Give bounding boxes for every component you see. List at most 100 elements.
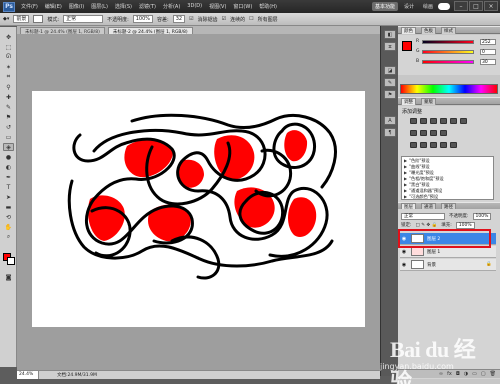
healing-brush-tool-icon[interactable]: ✚ [3,93,14,101]
preset-levels[interactable]: ▶ "色阶"预设 [404,158,430,164]
crop-tool-icon[interactable]: ⌗ [3,73,14,81]
zoom-tool-icon[interactable]: ⌕ [3,233,14,241]
vibrance-icon[interactable] [450,118,457,124]
preset-exposure[interactable]: ▶ "曝光度"预设 [404,170,434,176]
fill-source-select[interactable]: 前景 [13,15,30,23]
menu-edit[interactable]: 编辑(E) [45,3,62,10]
menu-layer[interactable]: 图层(L) [91,3,108,10]
red-value[interactable]: 252 [480,39,496,45]
lock-icons[interactable]: □ ✎ ✥ 🔒 [416,223,438,228]
magic-wand-tool-icon[interactable]: ✶ [3,63,14,71]
black-white-icon[interactable] [420,130,427,136]
paragraph-icon[interactable]: ¶ [384,128,396,137]
eraser-tool-icon[interactable]: ▭ [3,133,14,141]
contiguous-checkbox[interactable]: ☑ [222,16,226,22]
hand-tool-icon[interactable]: ✋ [3,223,14,231]
gradient-map-icon[interactable] [440,142,447,148]
menu-analysis[interactable]: 分析(A) [163,3,180,10]
clone-stamp-tool-icon[interactable]: ⚑ [3,113,14,121]
antialias-checkbox[interactable]: ☑ [189,16,193,22]
green-slider[interactable] [422,50,474,54]
green-value[interactable]: 0 [480,49,496,55]
maximize-button[interactable]: □ [469,1,483,11]
quick-mask-icon[interactable]: ◙ [3,273,14,281]
preset-hue-saturation[interactable]: ▶ "色相/饱和度"预设 [404,176,444,182]
menu-file[interactable]: 文件(F) [21,3,38,10]
mini-bridge-icon[interactable]: ◧ [384,30,396,39]
lasso-tool-icon[interactable]: ᘏ [3,53,14,61]
menu-window[interactable]: 窗口(W) [233,3,252,10]
dodge-tool-icon[interactable]: ◐ [3,163,14,171]
menu-help[interactable]: 帮助(H) [259,3,277,10]
blur-tool-icon[interactable]: ● [3,153,14,161]
panel-foreground-swatch[interactable] [402,41,412,51]
red-slider[interactable] [422,40,474,44]
photo-filter-icon[interactable] [430,130,437,136]
mode-select[interactable]: 正常 [63,15,104,23]
tab-masks[interactable]: 蒙版 [421,97,436,105]
selective-color-icon[interactable] [450,142,457,148]
3d-rotate-tool-icon[interactable]: ⟲ [3,213,14,221]
search-field[interactable] [438,3,450,10]
workspace-design[interactable]: 设计 [401,2,417,11]
eye-icon[interactable]: ◉ [400,249,408,255]
close-button[interactable]: × [484,1,498,11]
minimize-button[interactable]: – [454,1,468,11]
blue-slider[interactable] [422,60,474,64]
history-brush-tool-icon[interactable]: ↺ [3,123,14,131]
channel-mixer-icon[interactable] [440,130,447,136]
tab-color[interactable]: 颜色 [401,26,416,34]
eyedropper-tool-icon[interactable]: ⚲ [3,83,14,91]
menu-select[interactable]: 选择(S) [115,3,132,10]
blue-value[interactable]: 30 [480,59,496,65]
blend-mode-select[interactable]: 正常 [401,212,445,220]
layer-row-background[interactable]: ◉ 背景 🔒 [400,259,496,271]
curves-icon[interactable] [430,118,437,124]
background-color-swatch[interactable] [7,257,15,265]
invert-icon[interactable] [410,142,417,148]
opacity-input[interactable]: 100% [132,15,154,23]
color-balance-icon[interactable] [410,130,417,136]
move-tool-icon[interactable]: ✥ [3,33,14,41]
document-size-info[interactable]: 文档:24.9M/31.9M [39,372,97,378]
tolerance-input[interactable]: 32 [172,15,186,23]
workspace-painting[interactable]: 绘画 [420,2,436,11]
preset-curves[interactable]: ▶ "曲线"预设 [404,164,430,170]
eye-icon[interactable]: ◉ [400,262,408,268]
zoom-readout[interactable]: 24.4% [17,371,39,379]
menu-view[interactable]: 视图(V) [209,3,226,10]
character-icon[interactable]: A [384,116,396,125]
paint-bucket-icon[interactable]: ◆▾ [3,16,9,22]
menu-filter[interactable]: 滤镜(T) [139,3,156,10]
workspace-essentials[interactable]: 基本功能 [371,2,398,11]
menu-image[interactable]: 图像(I) [69,3,84,10]
layer-opacity-input[interactable]: 100% [472,212,492,220]
image-canvas[interactable] [32,91,365,327]
pattern-swatch[interactable] [33,15,44,23]
history-icon[interactable]: ⧖ [384,42,396,51]
all-layers-checkbox[interactable]: ☐ [249,16,253,22]
tab-styles[interactable]: 样式 [441,26,456,34]
threshold-icon[interactable] [430,142,437,148]
preset-black-white[interactable]: ▶ "黑白"预设 [404,182,430,188]
clone-source-icon[interactable]: ⚑ [384,90,396,99]
exposure-icon[interactable] [440,118,447,124]
preset-selective-color[interactable]: ▶ "可选颜色"预设 [404,194,438,200]
tab-adjustments[interactable]: 调整 [401,97,416,105]
marquee-tool-icon[interactable]: ⬚ [3,43,14,51]
type-tool-icon[interactable]: T [3,183,14,191]
brush-panel-icon[interactable]: ✎ [384,78,396,87]
levels-icon[interactable] [420,118,427,124]
hue-saturation-icon[interactable] [460,118,467,124]
menu-3d[interactable]: 3D(D) [187,3,202,10]
shape-tool-icon[interactable]: ▬ [3,203,14,211]
brightness-contrast-icon[interactable] [410,118,417,124]
preset-channel-mixer[interactable]: ▶ "通道混和器"预设 [404,188,442,194]
navigator-icon[interactable]: ◪ [384,66,396,75]
pen-tool-icon[interactable]: ✒ [3,173,14,181]
posterize-icon[interactable] [420,142,427,148]
brush-tool-icon[interactable]: ✎ [3,103,14,111]
path-selection-tool-icon[interactable]: ➤ [3,193,14,201]
tab-swatches[interactable]: 色板 [421,26,436,34]
paint-bucket-tool-icon[interactable]: ◈ [3,143,14,151]
